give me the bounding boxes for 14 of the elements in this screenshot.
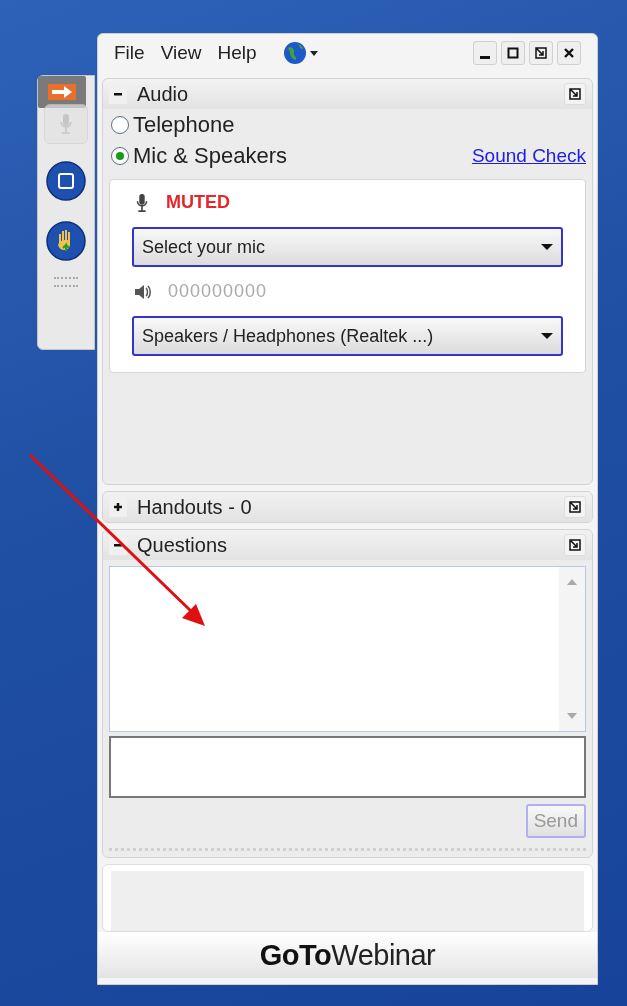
logo: GoToWebinar [98,932,597,978]
sound-check-link[interactable]: Sound Check [471,144,586,167]
mic-dropdown[interactable]: Select your mic [132,227,563,267]
panel-title: Handouts - 0 [137,495,253,519]
radio-label: Telephone [133,111,235,138]
mute-status: MUTED [166,192,230,213]
menu-item[interactable]: File [114,42,145,64]
panel-title: Questions [137,533,229,557]
menu-item[interactable]: View [160,42,202,64]
panel-title: Audio [137,82,190,106]
speaker-dropdown[interactable]: Speakers / Headphones (Realtek ...) [132,316,563,356]
level-meter: 000000000 [168,281,268,302]
radio-label: Mic & Speakers [133,142,288,169]
menu-item[interactable]: Help [217,42,257,64]
